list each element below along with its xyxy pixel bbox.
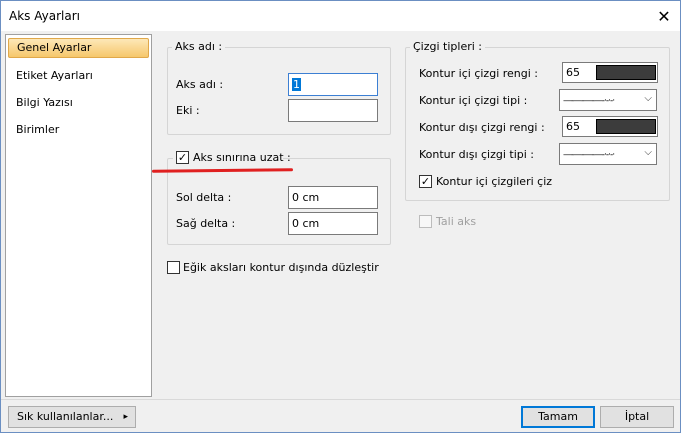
kontur-disi-tip-select[interactable]: —-—-—-—-·-·-· ⌵: [559, 143, 657, 165]
sidebar-item-etiket-ayarlari[interactable]: Etiket Ayarları: [8, 66, 149, 86]
line-pattern-preview: —-—-—-—-·-·-·: [563, 150, 615, 160]
footer-divider: [1, 399, 680, 400]
kontur-ici-renk-value: 65: [566, 66, 580, 79]
aks-siniri-label: Aks sınırına uzat :: [193, 151, 291, 164]
ok-button[interactable]: Tamam: [521, 406, 595, 428]
window-title: Aks Ayarları: [9, 9, 80, 23]
aks-siniri-legend: ✓ Aks sınırına uzat :: [173, 150, 291, 166]
kontur-ici-ciz-checkbox[interactable]: ✓: [419, 175, 432, 188]
sidebar-item-label: Genel Ayarlar: [17, 41, 92, 54]
sag-delta-value: 0 cm: [292, 217, 320, 230]
cancel-button[interactable]: İptal: [600, 406, 674, 428]
tali-aks-checkbox[interactable]: [419, 215, 432, 228]
egik-akslar-label: Eğik aksları kontur dışında düzleştir: [183, 261, 379, 274]
chevron-right-icon: ▸: [123, 412, 128, 422]
sidebar-item-genel-ayarlar[interactable]: Genel Ayarlar: [8, 38, 149, 58]
kontur-ici-tip-label: Kontur içi çizgi tipi :: [419, 94, 528, 107]
sag-delta-label: Sağ delta :: [176, 217, 236, 230]
line-pattern-preview: —-—-—-—-·-·-·: [563, 96, 615, 106]
frequent-button[interactable]: Sık kullanılanlar... ▸: [8, 406, 136, 428]
ok-label: Tamam: [538, 410, 578, 423]
color-swatch: [596, 119, 656, 134]
sol-delta-value: 0 cm: [292, 191, 320, 204]
kontur-disi-renk-picker[interactable]: 65: [562, 116, 658, 137]
kontur-ici-renk-picker[interactable]: 65: [562, 62, 658, 83]
kontur-ici-ciz-label: Kontur içi çizgileri çiz: [436, 175, 553, 188]
sag-delta-input[interactable]: 0 cm: [288, 212, 378, 235]
chevron-down-icon: ⌵: [644, 147, 652, 158]
sidebar-item-label: Bilgi Yazısı: [16, 96, 73, 109]
sidebar-item-bilgi-yazisi[interactable]: Bilgi Yazısı: [8, 93, 149, 113]
egik-akslar-checkbox[interactable]: [167, 261, 180, 274]
aks-adi-legend: Aks adı :: [172, 40, 226, 53]
aks-siniri-checkbox[interactable]: ✓: [176, 151, 189, 164]
cancel-label: İptal: [624, 410, 650, 423]
cizgi-tipleri-legend: Çizgi tipleri :: [410, 40, 486, 53]
settings-sidebar: Genel Ayarlar Etiket Ayarları Bilgi Yazı…: [5, 34, 152, 397]
title-bar[interactable]: Aks Ayarları ✕: [1, 1, 680, 31]
close-button[interactable]: ✕: [648, 1, 680, 31]
frequent-label: Sık kullanılanlar...: [17, 410, 114, 423]
eki-label: Eki :: [176, 104, 200, 117]
sidebar-item-birimler[interactable]: Birimler: [8, 120, 149, 140]
kontur-disi-tip-label: Kontur dışı çizgi tipi :: [419, 148, 535, 161]
kontur-ici-tip-select[interactable]: —-—-—-—-·-·-· ⌵: [559, 89, 657, 111]
check-icon: ✓: [177, 151, 188, 164]
aks-adi-value: 1: [292, 78, 301, 91]
dialog-window: Aks Ayarları ✕ Genel Ayarlar Etiket Ayar…: [0, 0, 681, 433]
sidebar-item-label: Birimler: [16, 123, 60, 136]
kontur-disi-renk-value: 65: [566, 120, 580, 133]
aks-adi-input[interactable]: 1: [288, 73, 378, 96]
color-swatch: [596, 65, 656, 80]
eki-input[interactable]: [288, 99, 378, 122]
sol-delta-label: Sol delta :: [176, 191, 232, 204]
chevron-down-icon: ⌵: [644, 93, 652, 104]
aks-adi-label: Aks adı :: [176, 78, 224, 91]
sol-delta-input[interactable]: 0 cm: [288, 186, 378, 209]
sidebar-item-label: Etiket Ayarları: [16, 69, 93, 82]
kontur-disi-renk-label: Kontur dışı çizgi rengi :: [419, 121, 545, 134]
check-icon: ✓: [420, 175, 431, 188]
kontur-ici-renk-label: Kontur içi çizgi rengi :: [419, 67, 539, 80]
tali-aks-label: Tali aks: [436, 215, 477, 228]
